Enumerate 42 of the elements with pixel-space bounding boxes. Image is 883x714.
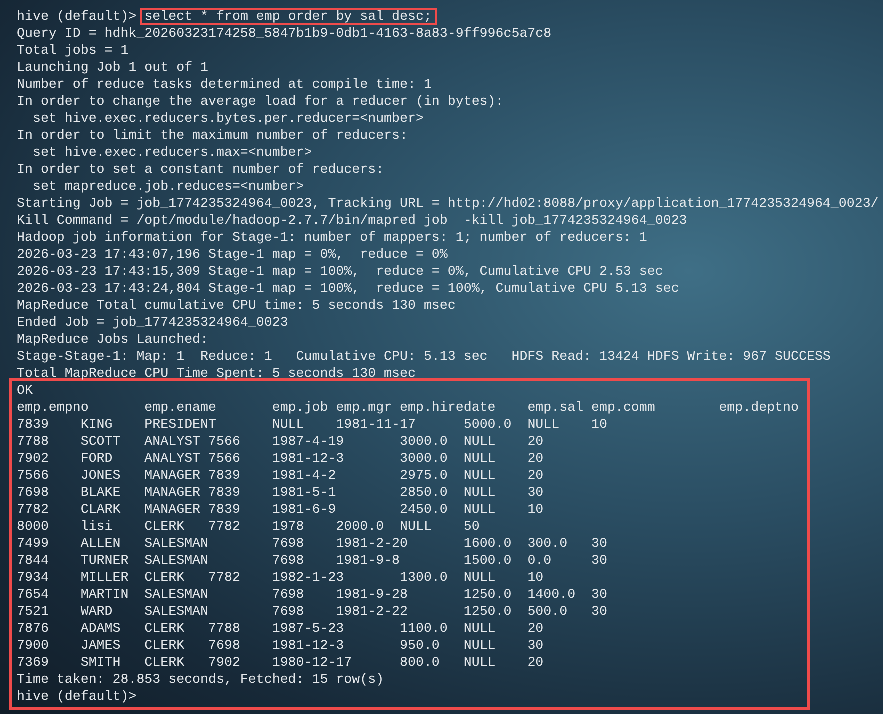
header-line: emp.empno emp.ename emp.job emp.mgr emp.hiredate emp.sal emp.comm emp.deptno: [17, 400, 799, 415]
log-line: Total MapReduce CPU Time Spent: 5 seconds 130 msec: [17, 366, 416, 381]
log-line: MapReduce Total cumulative CPU time: 5 seconds 130 msec: [17, 298, 456, 313]
log-line: 2026-03-23 17:43:07,196 Stage-1 map = 0%, reduce = 0%: [17, 247, 448, 262]
log-line: 2026-03-23 17:43:15,309 Stage-1 map = 100%, reduce = 0%, Cumulative CPU 2.53 sec: [17, 264, 664, 279]
prompt-text: hive (default)>: [17, 9, 137, 24]
output-line: 8000 lisi CLERK 7782 1978 2000.0 NULL 50: [17, 519, 480, 534]
output-line: 7934 MILLER CLERK 7782 1982-1-23 1300.0 NULL 10: [17, 570, 544, 585]
output-line: 7788 SCOTT ANALYST 7566 1987-4-19 3000.0 NULL 20: [17, 434, 544, 449]
log-line: In order to limit the maximum number of reducers:: [17, 128, 408, 143]
output-line: 7369 SMITH CLERK 7902 1980-12-17 800.0 NULL 20: [17, 655, 544, 670]
log-line: Ended Job = job_1774235324964_0023: [17, 315, 288, 330]
output-line: 7499 ALLEN SALESMAN 7698 1981-2-20 1600.0 300.0 30: [17, 536, 608, 551]
prompt-text: hive (default)>: [17, 689, 137, 704]
log-line: Launching Job 1 out of 1: [17, 60, 209, 75]
output-line: 7521 WARD SALESMAN 7698 1981-2-22 1250.0 500.0 30: [17, 604, 608, 619]
log-line: 2026-03-23 17:43:24,804 Stage-1 map = 100%, reduce = 100%, Cumulative CPU 5.13 sec: [17, 281, 680, 296]
log-line: Hadoop job information for Stage-1: number of mappers: 1; number of reducers: 1: [17, 230, 648, 245]
output-line: 7844 TURNER SALESMAN 7698 1981-9-8 1500.0 0.0 30: [17, 553, 608, 568]
command-text: select * from emp order by sal desc;: [140, 8, 437, 25]
summary-text: Time taken: 28.853 seconds, Fetched: 15 row(s): [17, 672, 384, 687]
log-line: set mapreduce.job.reduces=<number>: [32, 179, 304, 194]
log-line: In order to change the average load for a reducer (in bytes):: [17, 94, 504, 109]
log-line: Stage-Stage-1: Map: 1 Reduce: 1 Cumulative CPU: 5.13 sec HDFS Read: 13424 HDFS Write: 967 SUCCESS: [17, 349, 831, 364]
output-line: 7839 KING PRESIDENT NULL 1981-11-17 5000.0 NULL 10: [17, 417, 608, 432]
output-line: 7902 FORD ANALYST 7566 1981-12-3 3000.0 NULL 20: [17, 451, 544, 466]
log-line: In order to set a constant number of reducers:: [17, 162, 384, 177]
output-line: 7566 JONES MANAGER 7839 1981-4-2 2975.0 NULL 20: [17, 468, 544, 483]
output-line: 7876 ADAMS CLERK 7788 1987-5-23 1100.0 NULL 20: [17, 621, 544, 636]
output-line: 7900 JAMES CLERK 7698 1981-12-3 950.0 NULL 30: [17, 638, 544, 653]
log-line: Starting Job = job_1774235324964_0023, Tracking URL = http://hd02:8088/proxy/application_1774235324964_0023/: [17, 196, 879, 211]
status-text: OK: [17, 383, 33, 398]
output-line: 7654 MARTIN SALESMAN 7698 1981-9-28 1250.0 1400.0 30: [17, 587, 608, 602]
log-line: Number of reduce tasks determined at compile time: 1: [17, 77, 432, 92]
log-line: Kill Command = /opt/module/hadoop-2.7.7/bin/mapred job -kill job_1774235324964_0023: [17, 213, 688, 228]
output-line: 7782 CLARK MANAGER 7839 1981-6-9 2450.0 NULL 10: [17, 502, 544, 517]
log-line: set hive.exec.reducers.max=<number>: [32, 145, 312, 160]
output-line: 7698 BLAKE MANAGER 7839 1981-5-1 2850.0 NULL 30: [17, 485, 544, 500]
log-line: Query ID = hdhk_20260323174258_5847b1b9-0db1-4163-8a83-9ff996c5a7c8: [17, 26, 552, 41]
log-line: Total jobs = 1: [17, 43, 129, 58]
log-line: set hive.exec.reducers.bytes.per.reducer=<number>: [32, 111, 424, 126]
log-line: MapReduce Jobs Launched:: [17, 332, 209, 347]
